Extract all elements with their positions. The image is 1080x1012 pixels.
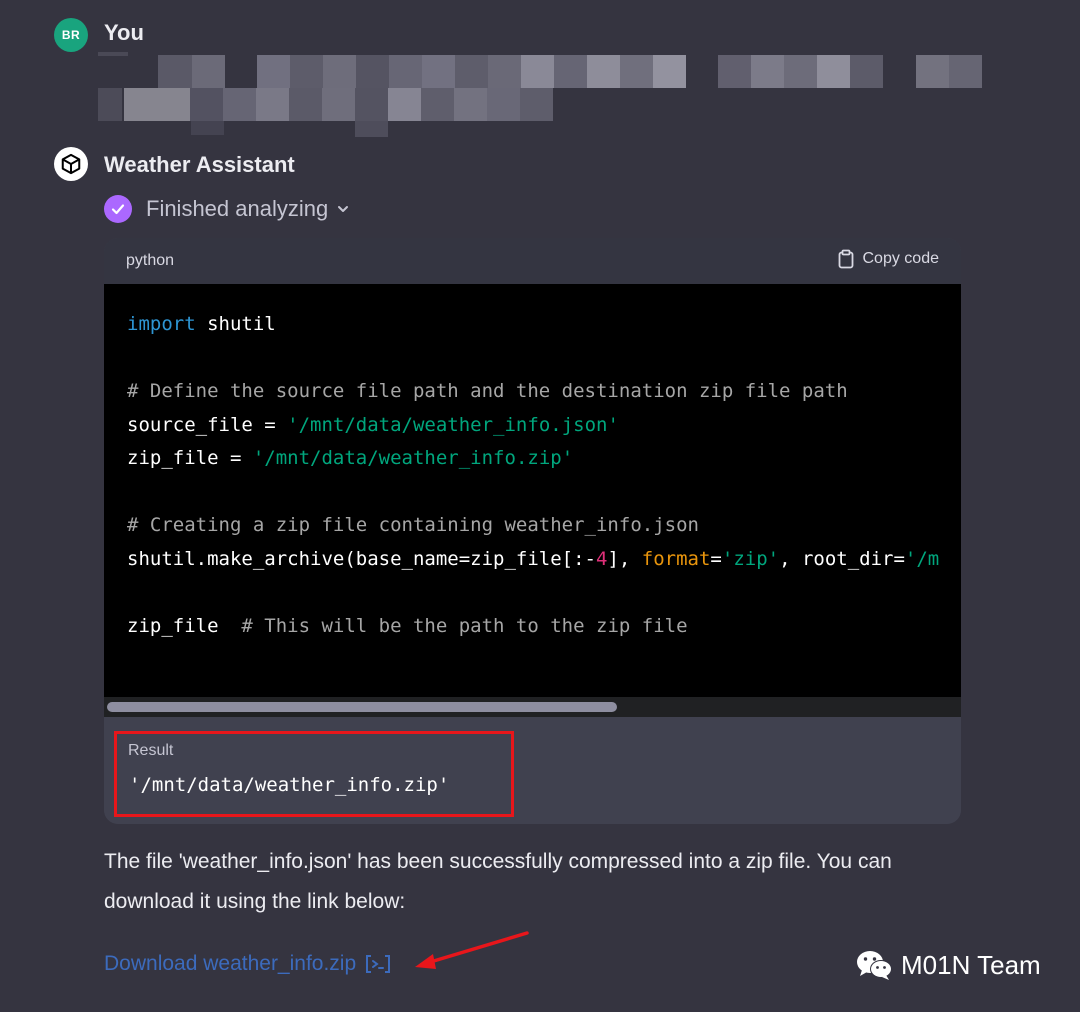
watermark: M01N Team xyxy=(855,948,1041,982)
code-line: # Define the source file path and the de… xyxy=(127,380,848,402)
copy-icon xyxy=(838,249,853,269)
assistant-logo-icon xyxy=(61,153,81,175)
watermark-text: M01N Team xyxy=(901,949,1041,980)
code-line: shutil.make_archive(base_name=zip_file[:… xyxy=(127,548,940,570)
status-text: Finished analyzing xyxy=(146,196,329,221)
answer-text: The file 'weather_info.json' has been su… xyxy=(104,850,892,913)
assistant-avatar xyxy=(54,147,88,181)
copy-code-button[interactable]: Copy code xyxy=(837,249,940,269)
chevron-down-icon xyxy=(338,206,349,212)
external-link-icon xyxy=(366,955,391,973)
code-language: python xyxy=(126,252,175,269)
code-line: import shutil xyxy=(127,313,276,335)
assistant-author-name: Weather Assistant xyxy=(104,152,295,177)
scrollbar-thumb[interactable] xyxy=(107,702,617,712)
result-label: Result xyxy=(128,742,174,759)
wechat-icon xyxy=(857,951,892,980)
code-line: zip_file # This will be the path to the … xyxy=(127,615,688,637)
horizontal-scrollbar[interactable] xyxy=(104,697,961,717)
download-link-label: Download weather_info.zip xyxy=(104,952,357,975)
result-area: Result '/mnt/data/weather_info.zip' xyxy=(104,717,961,824)
code-area: import shutil # Define the source file p… xyxy=(104,284,961,697)
code-header: python Copy code xyxy=(104,238,961,284)
code-line: # Creating a zip file containing weather… xyxy=(127,514,699,536)
code-line: zip_file = '/mnt/data/weather_info.zip' xyxy=(127,447,574,469)
copy-code-label: Copy code xyxy=(862,250,940,267)
user-author-name: You xyxy=(104,20,144,45)
check-icon xyxy=(104,195,132,223)
user-avatar: BR xyxy=(54,18,88,52)
result-highlight-box: Result '/mnt/data/weather_info.zip' xyxy=(114,731,514,817)
analysis-status-toggle[interactable]: Finished analyzing xyxy=(104,194,350,224)
code-line: source_file = '/mnt/data/weather_info.js… xyxy=(127,414,619,436)
result-value: '/mnt/data/weather_info.zip' xyxy=(129,774,450,796)
code-panel: python Copy code import shutil # Define … xyxy=(104,238,961,824)
annotation-arrow xyxy=(415,931,529,969)
redacted-user-message xyxy=(96,50,986,140)
download-link[interactable]: Download weather_info.zip xyxy=(104,952,392,976)
